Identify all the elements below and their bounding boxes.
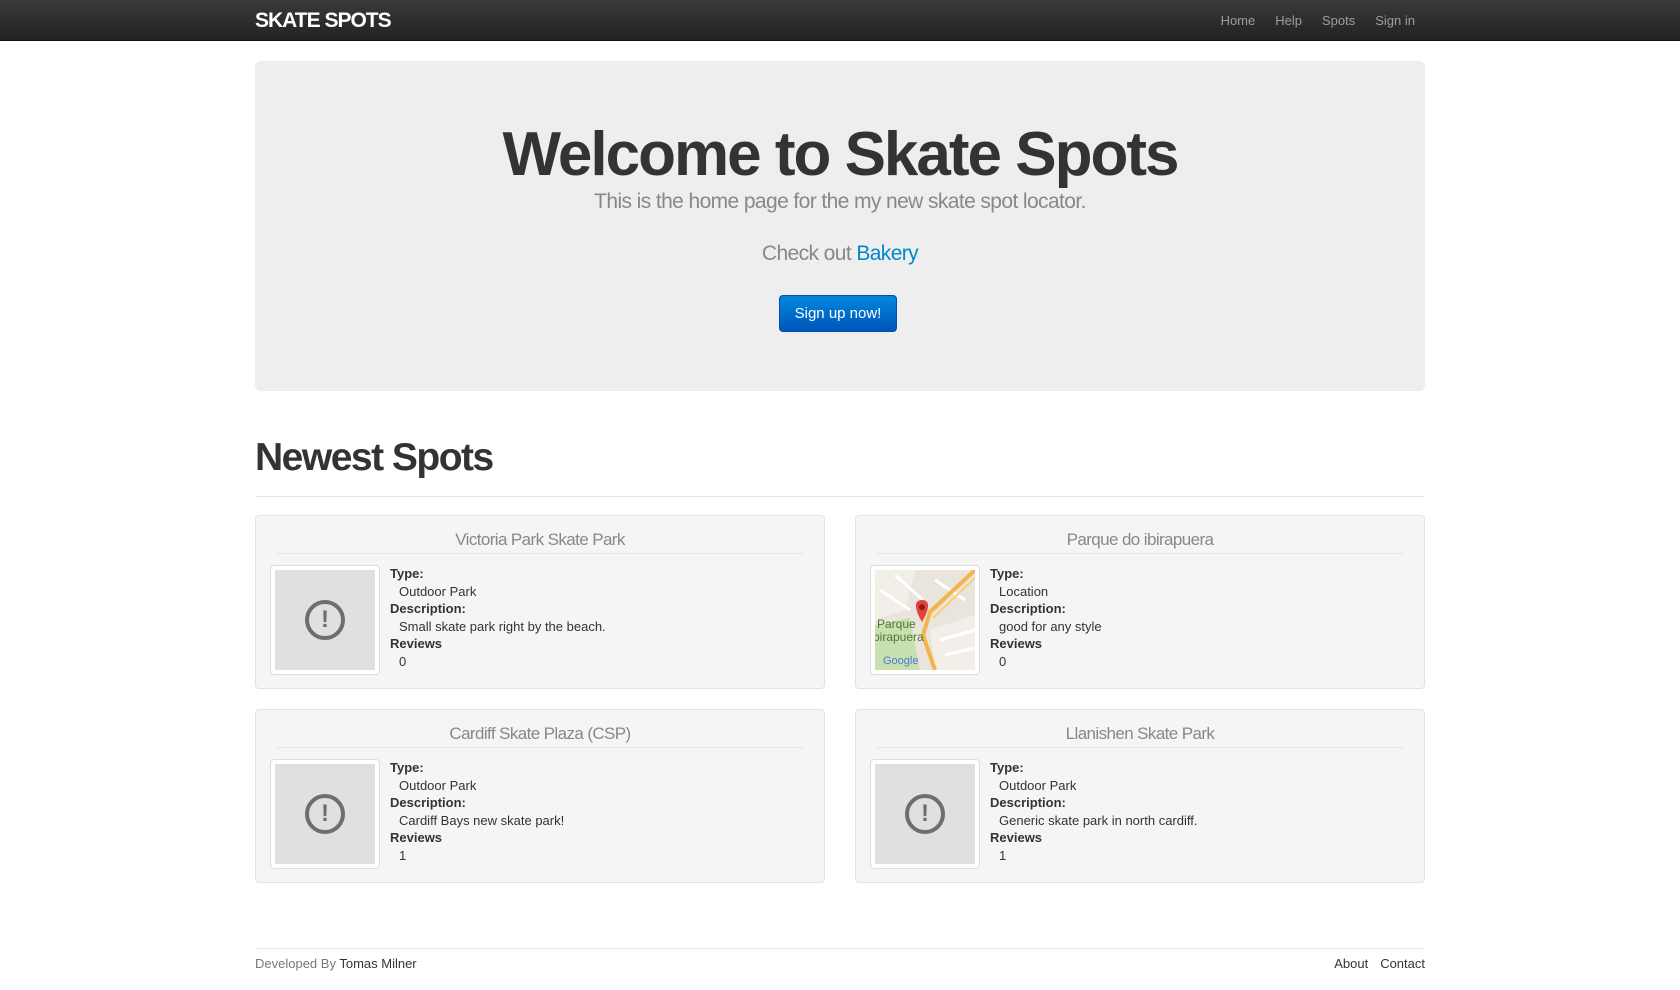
spot-thumbnail[interactable]: ! — [270, 759, 380, 869]
spot-details: Type: Outdoor Park Description: Small sk… — [390, 565, 606, 670]
nav-links: Home Help Spots Sign in — [1201, 0, 1415, 41]
section-divider — [255, 496, 1425, 497]
footer-contact-link[interactable]: Contact — [1380, 956, 1425, 971]
type-label: Type: — [990, 760, 1024, 775]
google-logo: Google — [883, 655, 918, 667]
check-out-text: Check out — [761, 242, 852, 265]
reviews-value: 0 — [999, 653, 1007, 669]
map-thumbnail: Parque birapuera Google — [875, 570, 975, 670]
reviews-value: 1 — [999, 847, 1007, 863]
spot-name[interactable]: Parque do ibirapuera — [856, 530, 1424, 550]
map-label-parque: Parque — [877, 617, 916, 631]
description-label: Description: — [990, 795, 1066, 810]
exclamation-icon: ! — [905, 794, 945, 834]
spot-card[interactable]: Victoria Park Skate Park ! Type: Outdoor… — [255, 515, 825, 689]
author-link[interactable]: Tomas Milner — [339, 956, 416, 971]
description-value: Generic skate park in north cardiff. — [999, 812, 1198, 828]
reviews-value: 0 — [399, 653, 407, 669]
spot-details: Type: Outdoor Park Description: Generic … — [990, 759, 1197, 864]
card-divider — [876, 553, 1404, 554]
hero-title: Welcome to Skate Spots — [502, 120, 1180, 189]
nav-spots[interactable]: Spots — [1322, 13, 1355, 28]
nav-help[interactable]: Help — [1275, 13, 1302, 28]
map-label-ibirapuera: birapuera — [875, 630, 924, 644]
card-divider — [276, 747, 804, 748]
description-label: Description: — [990, 601, 1066, 616]
spot-thumbnail[interactable]: Parque birapuera Google — [870, 565, 980, 675]
type-label: Type: — [990, 566, 1024, 581]
description-value: good for any style — [999, 618, 1102, 634]
spot-thumbnail[interactable]: ! — [270, 565, 380, 675]
newest-spots-heading: Newest Spots — [255, 436, 494, 479]
sign-up-button[interactable]: Sign up now! — [779, 295, 897, 332]
description-label: Description: — [390, 601, 466, 616]
footer-credit: Developed By Tomas Milner — [255, 956, 417, 971]
nav-home[interactable]: Home — [1221, 13, 1256, 28]
navbar: SKATE SPOTS Home Help Spots Sign in — [0, 0, 1680, 41]
type-label: Type: — [390, 760, 424, 775]
type-value: Location — [999, 583, 1049, 599]
card-divider — [276, 553, 804, 554]
spot-name[interactable]: Cardiff Skate Plaza (CSP) — [256, 724, 824, 744]
reviews-label: Reviews — [390, 636, 443, 651]
spot-thumbnail[interactable]: ! — [870, 759, 980, 869]
footer-divider — [255, 948, 1425, 949]
description-value: Cardiff Bays new skate park! — [399, 812, 565, 828]
brand-logo[interactable]: SKATE SPOTS — [255, 9, 392, 33]
hero-check-out: Check out Bakery — [255, 242, 1425, 266]
type-label: Type: — [390, 566, 424, 581]
hero-subtitle: This is the home page for the my new ska… — [594, 190, 1086, 213]
developed-by-text: Developed By — [255, 956, 336, 971]
reviews-label: Reviews — [990, 830, 1043, 845]
footer-links: About Contact — [1322, 956, 1425, 971]
exclamation-icon: ! — [305, 600, 345, 640]
footer-about-link[interactable]: About — [1334, 956, 1368, 971]
spot-details: Type: Location Description: good for any… — [990, 565, 1102, 670]
bakery-link[interactable]: Bakery — [856, 242, 918, 265]
hero-jumbotron: Welcome to Skate Spots This is the home … — [255, 61, 1425, 391]
nav-sign-in[interactable]: Sign in — [1375, 13, 1415, 28]
type-value: Outdoor Park — [399, 583, 477, 599]
type-value: Outdoor Park — [999, 777, 1077, 793]
reviews-value: 1 — [399, 847, 407, 863]
reviews-label: Reviews — [990, 636, 1043, 651]
description-label: Description: — [390, 795, 466, 810]
spot-details: Type: Outdoor Park Description: Cardiff … — [390, 759, 564, 864]
reviews-label: Reviews — [390, 830, 443, 845]
spot-name[interactable]: Llanishen Skate Park — [856, 724, 1424, 744]
spot-card[interactable]: Llanishen Skate Park ! Type: Outdoor Par… — [855, 709, 1425, 883]
exclamation-icon: ! — [305, 794, 345, 834]
spot-card[interactable]: Parque do ibirapuera Parque birapuera Go… — [855, 515, 1425, 689]
spot-card[interactable]: Cardiff Skate Plaza (CSP) ! Type: Outdoo… — [255, 709, 825, 883]
type-value: Outdoor Park — [399, 777, 477, 793]
card-divider — [876, 747, 1404, 748]
description-value: Small skate park right by the beach. — [399, 618, 606, 634]
spot-name[interactable]: Victoria Park Skate Park — [256, 530, 824, 550]
